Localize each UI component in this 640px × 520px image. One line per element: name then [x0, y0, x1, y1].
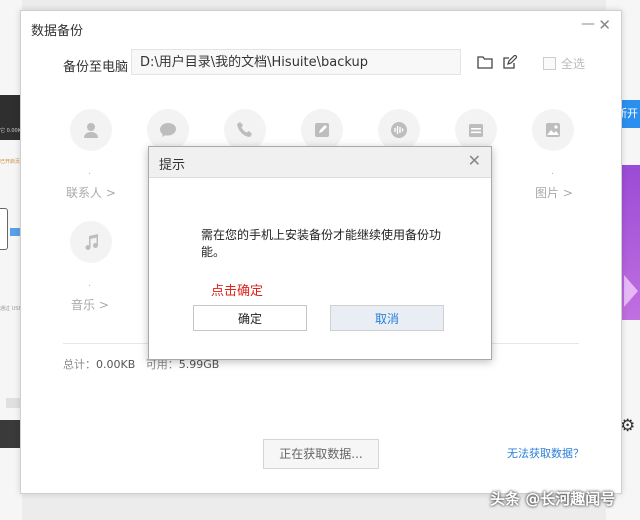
- category-label-music[interactable]: 音乐 >: [71, 296, 109, 313]
- background-text: 已开启页: [0, 159, 21, 165]
- window-title: 数据备份: [31, 24, 84, 39]
- loading-data-button[interactable]: 正在获取数据...: [263, 439, 379, 469]
- cancel-button[interactable]: 取消: [330, 305, 444, 331]
- minimize-icon[interactable]: —: [581, 16, 595, 32]
- dialog-message: 需在您的手机上安装备份才能继续使用备份功能。: [201, 228, 442, 259]
- pictures-icon: [546, 123, 560, 137]
- messages-icon: [160, 123, 176, 137]
- total-label: 总计：: [63, 358, 96, 371]
- category-memo[interactable]: [301, 109, 343, 151]
- memo-icon: [315, 123, 329, 137]
- dialog-title: 提示: [159, 158, 186, 173]
- dialog-header: 提示 ✕: [149, 147, 491, 178]
- backup-path-input[interactable]: D:\用户目录\我的文档\Hisuite\backup: [131, 49, 461, 75]
- checkbox-box[interactable]: [543, 57, 556, 70]
- recorder-icon: [391, 122, 407, 138]
- watermark: 头条 @长河趣闻号: [490, 490, 616, 508]
- total-value: 0.00KB: [96, 358, 136, 371]
- cannot-get-data-link[interactable]: 无法获取数据？: [507, 445, 584, 461]
- category-pictures[interactable]: [532, 109, 574, 151]
- backup-path-label: 备份至电脑: [63, 60, 129, 75]
- category-label-contacts[interactable]: 联系人 >: [66, 184, 116, 201]
- background-text: 通过 USB: [0, 306, 22, 312]
- select-all-label: 全选: [561, 57, 586, 71]
- play-icon: [624, 275, 638, 307]
- category-label-pictures[interactable]: 图片 >: [535, 184, 573, 201]
- music-icon: [85, 234, 98, 250]
- prompt-dialog: 提示 ✕ 需在您的手机上安装备份才能继续使用备份功能。 点击确定 确定 取消: [148, 146, 492, 360]
- close-icon[interactable]: ✕: [598, 16, 611, 34]
- category-call-log[interactable]: [224, 109, 266, 151]
- calendar-icon: [469, 124, 483, 137]
- background-phone-icon: [0, 208, 8, 250]
- contacts-icon: [84, 123, 98, 138]
- separator-dot: ·: [88, 281, 92, 292]
- folder-icon[interactable]: [477, 55, 493, 72]
- category-recorder[interactable]: [378, 109, 420, 151]
- separator-dot: ·: [88, 169, 92, 180]
- ok-button[interactable]: 确定: [193, 305, 307, 331]
- background-app-left: 它 0.00KB 已开启页 通过 USB: [0, 0, 24, 520]
- separator-dot: ·: [551, 169, 555, 180]
- background-blue-mark: [10, 228, 20, 236]
- category-calendar[interactable]: [455, 109, 497, 151]
- gear-icon[interactable]: ⚙: [620, 416, 635, 436]
- category-messages[interactable]: [147, 109, 189, 151]
- edit-icon[interactable]: [502, 54, 518, 73]
- category-music[interactable]: [70, 221, 112, 263]
- call-log-icon: [237, 122, 252, 137]
- close-icon[interactable]: ✕: [468, 151, 481, 170]
- background-dark-bar: [0, 420, 22, 448]
- select-all-checkbox[interactable]: 全选: [543, 55, 585, 72]
- dialog-hint: 点击确定: [211, 284, 264, 299]
- category-contacts[interactable]: [70, 109, 112, 151]
